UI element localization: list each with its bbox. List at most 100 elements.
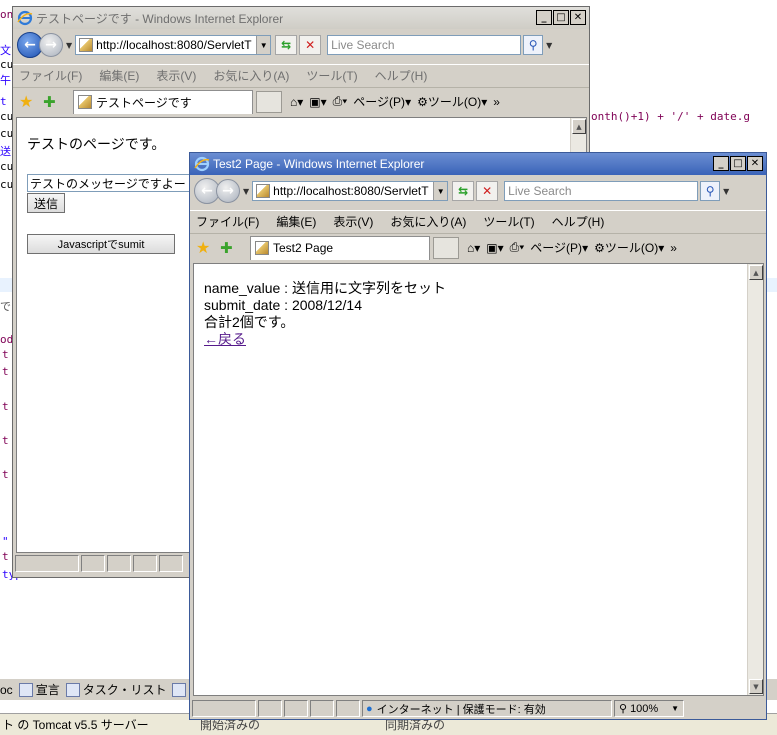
menu-bar: ファイル(F) 編集(E) 表示(V) お気に入り(A) ツール(T) ヘルプ(… xyxy=(13,64,589,85)
favorites-star-icon[interactable]: ★ xyxy=(19,93,35,110)
page-menu[interactable]: ページ(P)▾ xyxy=(530,239,588,256)
forward-button[interactable]: → xyxy=(216,179,240,203)
view-tab-javadoc[interactable]: oc xyxy=(0,683,13,697)
tab-label: テストページです xyxy=(96,95,192,110)
window-titlebar[interactable]: テストページです - Windows Internet Explorer _ □… xyxy=(13,7,589,29)
page-icon xyxy=(255,241,269,255)
menu-favorites[interactable]: お気に入り(A) xyxy=(390,213,466,230)
code-fragment: t xyxy=(2,434,9,447)
refresh-icon: ⇆ xyxy=(281,38,292,52)
add-favorite-icon[interactable]: ✚ xyxy=(220,240,236,256)
javascript-submit-button[interactable]: Javascriptでsumit xyxy=(27,234,175,254)
new-tab-button[interactable] xyxy=(256,90,282,113)
minimize-button[interactable]: _ xyxy=(536,10,552,25)
more-chevron-icon[interactable]: » xyxy=(670,241,677,255)
stop-button[interactable]: ✕ xyxy=(476,181,499,201)
address-bar[interactable]: http://localhost:8080/ServletT ▼ xyxy=(75,35,272,55)
feeds-icon[interactable]: ▣▾ xyxy=(486,241,503,255)
menu-file[interactable]: ファイル(F) xyxy=(19,67,82,84)
ie-logo-icon xyxy=(17,10,33,26)
page-menu-label: ページ(P) xyxy=(353,95,406,109)
tab-label: Test2 Page xyxy=(273,241,334,255)
bookmarks-icon xyxy=(172,682,187,697)
tools-menu[interactable]: ⚙ツール(O)▾ xyxy=(594,239,664,256)
code-fragment: 午 xyxy=(0,74,11,87)
scroll-down-icon[interactable]: ▼ xyxy=(749,679,763,694)
search-button[interactable]: ⚲ xyxy=(700,181,721,201)
zoom-icon: ⚲ xyxy=(619,703,628,715)
close-button[interactable]: ✕ xyxy=(747,156,763,171)
refresh-button[interactable]: ⇆ xyxy=(275,35,298,55)
stop-button[interactable]: ✕ xyxy=(299,35,322,55)
menu-edit[interactable]: 編集(E) xyxy=(276,213,316,230)
add-favorite-icon[interactable]: ✚ xyxy=(43,94,59,110)
status-cell xyxy=(133,555,157,572)
maximize-button[interactable]: □ xyxy=(553,10,569,25)
view-tab-tasks[interactable]: タスク・リスト xyxy=(65,681,167,698)
forward-button[interactable]: → xyxy=(39,33,63,57)
print-icon[interactable]: ⎙▾ xyxy=(510,240,525,255)
menu-tools[interactable]: ツール(T) xyxy=(483,213,534,230)
submit-button[interactable]: 送信 xyxy=(27,193,65,213)
vertical-scrollbar[interactable]: ▲ ▼ xyxy=(747,264,763,695)
home-icon[interactable]: ⌂▾ xyxy=(290,95,303,109)
zoom-control[interactable]: ⚲ 100% ▼ xyxy=(614,700,684,717)
search-placeholder: Live Search xyxy=(508,184,572,198)
tab-row: ★ ✚ テストページです ⌂▾ ▣▾ ⎙▾ ページ(P)▾ ⚙ツール(O)▾ » xyxy=(13,87,589,115)
menu-help[interactable]: ヘルプ(H) xyxy=(375,67,428,84)
status-cell xyxy=(107,555,131,572)
maximize-button[interactable]: □ xyxy=(730,156,746,171)
menu-view[interactable]: 表示(V) xyxy=(156,67,196,84)
search-options-icon[interactable]: ▼ xyxy=(546,41,552,50)
scroll-up-icon[interactable]: ▲ xyxy=(572,119,586,134)
arrow-left-icon: ← xyxy=(201,183,213,199)
search-input[interactable]: Live Search xyxy=(327,35,522,55)
history-dropdown-icon[interactable]: ▼ xyxy=(66,41,72,50)
security-zone[interactable]: ● インターネット | 保護モード: 有効 xyxy=(362,700,612,717)
tab-test-page[interactable]: テストページです xyxy=(73,89,253,114)
tab-test2-page[interactable]: Test2 Page xyxy=(250,235,430,260)
view-tab-label: タスク・リスト xyxy=(82,683,167,697)
message-input[interactable]: テストのメッセージですよー xyxy=(27,174,197,192)
tasks-icon xyxy=(65,682,80,697)
search-input[interactable]: Live Search xyxy=(504,181,699,201)
print-icon[interactable]: ⎙▾ xyxy=(333,94,348,109)
address-bar[interactable]: http://localhost:8080/ServletT ▼ xyxy=(252,181,449,201)
tools-menu[interactable]: ⚙ツール(O)▾ xyxy=(417,93,487,110)
code-fragment: t xyxy=(2,468,9,481)
refresh-button[interactable]: ⇆ xyxy=(452,181,475,201)
history-dropdown-icon[interactable]: ▼ xyxy=(243,187,249,196)
feeds-icon[interactable]: ▣▾ xyxy=(309,95,326,109)
new-tab-button[interactable] xyxy=(433,236,459,259)
view-tab-declaration[interactable]: 宣言 xyxy=(18,681,60,698)
home-icon[interactable]: ⌂▾ xyxy=(467,241,480,255)
menu-edit[interactable]: 編集(E) xyxy=(99,67,139,84)
favorites-star-icon[interactable]: ★ xyxy=(196,239,212,256)
more-chevron-icon[interactable]: » xyxy=(493,95,500,109)
search-icon: ⚲ xyxy=(705,184,715,198)
zoom-level: 100% xyxy=(630,702,659,715)
scroll-up-icon[interactable]: ▲ xyxy=(749,265,763,280)
menu-help[interactable]: ヘルプ(H) xyxy=(552,213,605,230)
menu-file[interactable]: ファイル(F) xyxy=(196,213,259,230)
menu-bar: ファイル(F) 編集(E) 表示(V) お気に入り(A) ツール(T) ヘルプ(… xyxy=(190,210,766,231)
arrow-left-icon: ← xyxy=(24,37,36,53)
close-button[interactable]: ✕ xyxy=(570,10,586,25)
ie-logo-icon xyxy=(194,156,210,172)
server-label[interactable]: ト の Tomcat v5.5 サーバー xyxy=(2,716,149,733)
security-zone-label: インターネット | 保護モード: 有効 xyxy=(376,703,546,716)
address-dropdown-icon[interactable]: ▼ xyxy=(256,36,271,54)
address-dropdown-icon[interactable]: ▼ xyxy=(433,182,448,200)
minimize-button[interactable]: _ xyxy=(713,156,729,171)
search-button[interactable]: ⚲ xyxy=(523,35,544,55)
back-link[interactable]: ←戻る xyxy=(204,331,246,347)
page-icon xyxy=(256,184,271,198)
code-fragment: 送 xyxy=(0,145,11,158)
page-menu[interactable]: ページ(P)▾ xyxy=(353,93,411,110)
code-fragment: t xyxy=(2,400,9,413)
window-titlebar[interactable]: Test2 Page - Windows Internet Explorer _… xyxy=(190,153,766,175)
search-options-icon[interactable]: ▼ xyxy=(723,187,729,196)
menu-tools[interactable]: ツール(T) xyxy=(306,67,357,84)
menu-favorites[interactable]: お気に入り(A) xyxy=(213,67,289,84)
menu-view[interactable]: 表示(V) xyxy=(333,213,373,230)
